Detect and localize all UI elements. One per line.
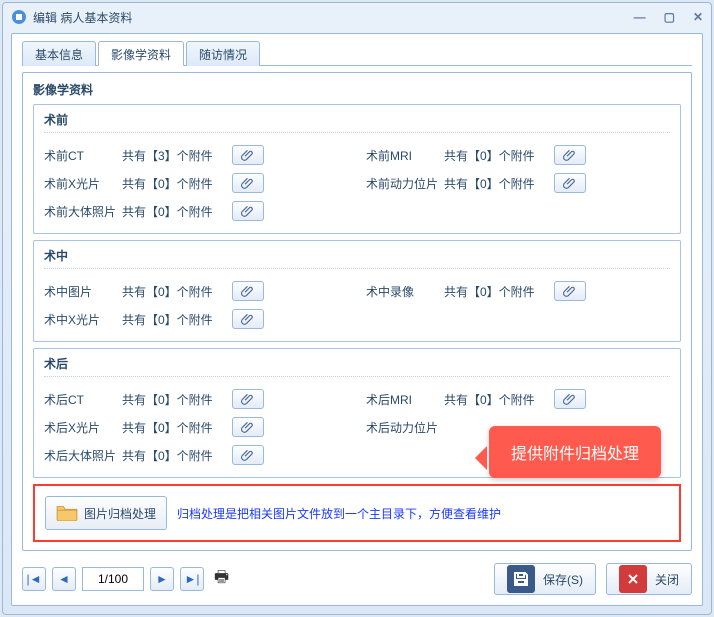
attachment-cell: 术中录像共有【0】个附件 bbox=[366, 281, 586, 301]
archive-button[interactable]: 图片归档处理 bbox=[45, 496, 167, 530]
attachment-count: 共有【0】个附件 bbox=[122, 419, 232, 436]
footer-actions: 保存(S) 关闭 bbox=[494, 563, 692, 595]
close-window-button[interactable]: ✕ bbox=[693, 10, 703, 24]
paperclip-button[interactable] bbox=[554, 281, 586, 301]
paperclip-button[interactable] bbox=[232, 145, 264, 165]
paperclip-button[interactable] bbox=[232, 201, 264, 221]
attachment-row: 术前X光片共有【0】个附件术前动力位片共有【0】个附件 bbox=[44, 169, 670, 197]
attachment-count: 共有【0】个附件 bbox=[122, 175, 232, 192]
section-title: 术后 bbox=[44, 355, 670, 377]
attachment-count: 共有【0】个附件 bbox=[444, 283, 554, 300]
pager-first-button[interactable]: |◄ bbox=[22, 567, 46, 591]
attachment-count: 共有【3】个附件 bbox=[122, 147, 232, 164]
attachment-label: 术前CT bbox=[44, 147, 122, 164]
maximize-button[interactable]: ▢ bbox=[664, 10, 675, 24]
attachment-count: 共有【0】个附件 bbox=[444, 391, 554, 408]
minimize-button[interactable]: — bbox=[634, 10, 646, 24]
window-title: 编辑 病人基本资料 bbox=[33, 9, 132, 26]
paperclip-button[interactable] bbox=[232, 417, 264, 437]
save-button-label: 保存(S) bbox=[543, 571, 583, 588]
attachment-row: 术前CT共有【3】个附件术前MRI共有【0】个附件 bbox=[44, 141, 670, 169]
titlebar: 编辑 病人基本资料 — ▢ ✕ bbox=[3, 3, 711, 31]
attachment-count: 共有【0】个附件 bbox=[122, 203, 232, 220]
attachment-cell: 术前动力位片共有【0】个附件 bbox=[366, 173, 586, 193]
attachment-count: 共有【0】个附件 bbox=[122, 311, 232, 328]
attachment-count: 共有【0】个附件 bbox=[122, 447, 232, 464]
attachment-count: 共有【0】个附件 bbox=[444, 147, 554, 164]
attachment-cell: 术前X光片共有【0】个附件 bbox=[44, 173, 354, 193]
pager: |◄ ◄ ► ►| 🖶 bbox=[22, 566, 229, 593]
attachment-label: 术前动力位片 bbox=[366, 175, 444, 192]
folder-icon bbox=[56, 503, 78, 524]
tab-1[interactable]: 影像学资料 bbox=[98, 41, 184, 66]
attachment-label: 术后X光片 bbox=[44, 419, 122, 436]
attachment-label: 术后MRI bbox=[366, 391, 444, 408]
close-button[interactable]: 关闭 bbox=[606, 563, 692, 595]
close-button-label: 关闭 bbox=[655, 571, 679, 588]
paperclip-button[interactable] bbox=[554, 145, 586, 165]
section-title: 术前 bbox=[44, 111, 670, 133]
attachment-label: 术前X光片 bbox=[44, 175, 122, 192]
client-area: 基本信息影像学资料随访情况 影像学资料 术前术前CT共有【3】个附件术前MRI共… bbox=[11, 33, 703, 606]
attachment-row: 术后CT共有【0】个附件术后MRI共有【0】个附件 bbox=[44, 385, 670, 413]
paperclip-button[interactable] bbox=[232, 389, 264, 409]
attachment-cell: 术中图片共有【0】个附件 bbox=[44, 281, 354, 301]
imaging-panel: 影像学资料 术前术前CT共有【3】个附件术前MRI共有【0】个附件术前X光片共有… bbox=[22, 72, 692, 551]
attachment-row: 术前大体照片共有【0】个附件 bbox=[44, 197, 670, 225]
attachment-row: 术中图片共有【0】个附件术中录像共有【0】个附件 bbox=[44, 277, 670, 305]
attachment-label: 术后动力位片 bbox=[366, 419, 444, 436]
section-1: 术中术中图片共有【0】个附件术中录像共有【0】个附件术中X光片共有【0】个附件 bbox=[33, 240, 681, 342]
attachment-label: 术前MRI bbox=[366, 147, 444, 164]
attachment-count: 共有【0】个附件 bbox=[122, 391, 232, 408]
pager-last-button[interactable]: ►| bbox=[180, 567, 204, 591]
attachment-cell: 术后MRI共有【0】个附件 bbox=[366, 389, 586, 409]
panel-title: 影像学资料 bbox=[33, 81, 681, 98]
attachment-label: 术后CT bbox=[44, 391, 122, 408]
dialog-window: 编辑 病人基本资料 — ▢ ✕ 基本信息影像学资料随访情况 影像学资料 术前术前… bbox=[2, 2, 712, 615]
attachment-label: 术后大体照片 bbox=[44, 447, 122, 464]
archive-description: 归档处理是把相关图片文件放到一个主目录下，方便查看维护 bbox=[177, 505, 501, 522]
section-title: 术中 bbox=[44, 247, 670, 269]
paperclip-button[interactable] bbox=[232, 173, 264, 193]
paperclip-button[interactable] bbox=[232, 281, 264, 301]
archive-button-label: 图片归档处理 bbox=[84, 505, 156, 522]
callout-tooltip: 提供附件归档处理 bbox=[489, 426, 661, 478]
attachment-label: 术中图片 bbox=[44, 283, 122, 300]
attachment-count: 共有【0】个附件 bbox=[444, 175, 554, 192]
pager-next-button[interactable]: ► bbox=[150, 567, 174, 591]
paperclip-button[interactable] bbox=[232, 309, 264, 329]
pager-field[interactable] bbox=[82, 567, 144, 591]
attachment-row: 术中X光片共有【0】个附件 bbox=[44, 305, 670, 333]
paperclip-button[interactable] bbox=[232, 445, 264, 465]
save-icon bbox=[507, 565, 535, 593]
attachment-count: 共有【0】个附件 bbox=[122, 283, 232, 300]
paperclip-button[interactable] bbox=[554, 173, 586, 193]
archive-row: 图片归档处理 归档处理是把相关图片文件放到一个主目录下，方便查看维护 提供附件归… bbox=[33, 484, 681, 542]
attachment-cell: 术中X光片共有【0】个附件 bbox=[44, 309, 354, 329]
pager-prev-button[interactable]: ◄ bbox=[52, 567, 76, 591]
attachment-cell: 术后CT共有【0】个附件 bbox=[44, 389, 354, 409]
close-icon bbox=[619, 565, 647, 593]
print-icon[interactable]: 🖶 bbox=[214, 566, 229, 593]
tab-strip: 基本信息影像学资料随访情况 bbox=[22, 40, 692, 66]
save-button[interactable]: 保存(S) bbox=[494, 563, 596, 595]
attachment-cell: 术前MRI共有【0】个附件 bbox=[366, 145, 586, 165]
attachment-label: 术中录像 bbox=[366, 283, 444, 300]
paperclip-button[interactable] bbox=[554, 389, 586, 409]
section-0: 术前术前CT共有【3】个附件术前MRI共有【0】个附件术前X光片共有【0】个附件… bbox=[33, 104, 681, 234]
app-icon bbox=[11, 9, 27, 25]
attachment-label: 术中X光片 bbox=[44, 311, 122, 328]
attachment-cell: 术前CT共有【3】个附件 bbox=[44, 145, 354, 165]
attachment-label: 术前大体照片 bbox=[44, 203, 122, 220]
footer: |◄ ◄ ► ►| 🖶 保存(S) 关闭 bbox=[22, 561, 692, 597]
window-controls: — ▢ ✕ bbox=[634, 10, 703, 24]
attachment-cell: 术前大体照片共有【0】个附件 bbox=[44, 201, 354, 221]
tab-2[interactable]: 随访情况 bbox=[186, 41, 260, 66]
tab-0[interactable]: 基本信息 bbox=[22, 41, 96, 66]
attachment-cell: 术后X光片共有【0】个附件 bbox=[44, 417, 354, 437]
attachment-cell: 术后大体照片共有【0】个附件 bbox=[44, 445, 354, 465]
